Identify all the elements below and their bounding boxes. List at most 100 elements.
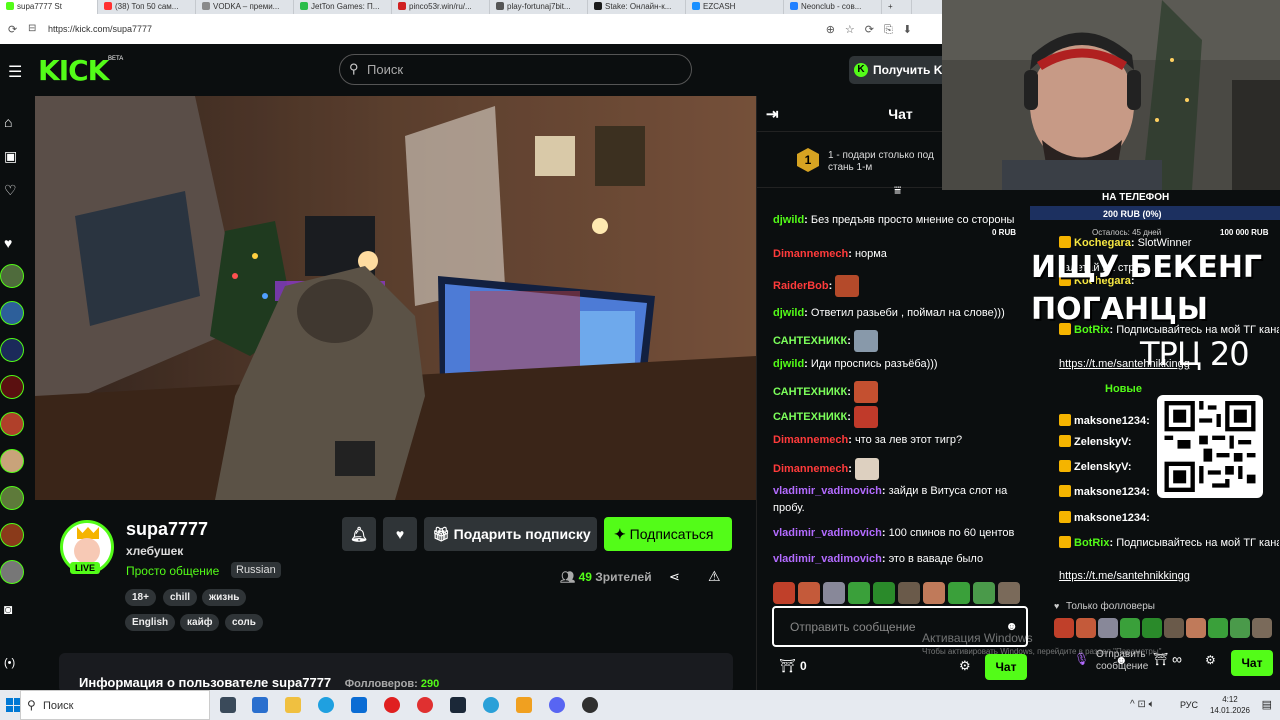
edge-icon[interactable] xyxy=(318,697,334,713)
browser-tab[interactable]: play-fortunaj7bit... xyxy=(490,0,588,14)
channel-name[interactable]: supa7777 xyxy=(126,519,208,540)
followed-channel-avatar[interactable] xyxy=(0,523,24,547)
stream-tag[interactable]: chill xyxy=(163,589,198,606)
mail-icon[interactable] xyxy=(351,697,367,713)
emote-icon[interactable] xyxy=(898,582,920,604)
followed-channel-avatar[interactable] xyxy=(0,560,24,584)
toolbar-icons[interactable]: ⊕☆⟳⎘⬇ xyxy=(826,23,922,37)
stream-category[interactable]: Просто общение xyxy=(126,564,219,578)
task-view-icon[interactable] xyxy=(220,697,236,713)
followed-channel-avatar[interactable] xyxy=(0,264,24,288)
notification-bell-button[interactable]: 🔔︎ xyxy=(342,517,376,551)
chat-username[interactable]: Dimannemech xyxy=(773,434,848,446)
emote-icon[interactable] xyxy=(873,582,895,604)
stream-tag[interactable]: кайф xyxy=(180,614,220,631)
telegram-icon[interactable] xyxy=(483,697,499,713)
menu-icon[interactable]: ☰ xyxy=(8,62,22,82)
get-kicks-button[interactable]: K Получить K xyxy=(849,56,942,84)
followed-channel-avatar[interactable] xyxy=(0,338,24,362)
browser-tab[interactable]: pinco53r.win/ru/... xyxy=(392,0,490,14)
browser-tab[interactable]: JetTon Games: П... xyxy=(294,0,392,14)
chat-username[interactable]: djwild xyxy=(773,358,804,370)
subscribe-button[interactable]: ✦ Подписаться xyxy=(604,517,732,551)
emote-icon[interactable] xyxy=(948,582,970,604)
emote-icon[interactable] xyxy=(798,582,820,604)
obs-icon[interactable] xyxy=(582,697,598,713)
chat-username[interactable]: САНТЕХНИКК xyxy=(773,411,847,423)
chat-username[interactable]: Dimannemech xyxy=(773,463,848,475)
chat-emote-icon xyxy=(853,381,878,403)
chat-username[interactable]: САНТЕХНИКК xyxy=(773,386,847,398)
chat-username[interactable]: djwild xyxy=(773,214,804,226)
stream-tag[interactable]: жизнь xyxy=(202,589,247,606)
emote-icon[interactable] xyxy=(848,582,870,604)
chat-settings-icon[interactable]: ⚙ xyxy=(959,658,971,674)
followed-channel-avatar[interactable] xyxy=(0,301,24,325)
discord-icon[interactable]: ◙ xyxy=(4,601,12,617)
favorites-icon[interactable]: ♥ xyxy=(4,235,12,251)
browser-tab[interactable]: supa7777 St xyxy=(0,0,98,14)
chat-username[interactable]: Dimannemech xyxy=(773,248,848,260)
followed-channel-avatar[interactable] xyxy=(0,486,24,510)
emote-icon[interactable] xyxy=(923,582,945,604)
chat-colon: : xyxy=(848,462,855,475)
stream-tag[interactable]: соль xyxy=(225,614,263,631)
chat-username[interactable]: vladimir_vadimovich xyxy=(773,553,882,565)
report-icon[interactable]: ⚠ xyxy=(708,568,721,585)
yandex-icon[interactable] xyxy=(384,697,400,713)
windows-start-icon[interactable] xyxy=(6,698,20,712)
stream-tag[interactable]: 18+ xyxy=(125,589,156,606)
emote-icon[interactable] xyxy=(998,582,1020,604)
followed-channel-avatar[interactable] xyxy=(0,449,24,473)
collapse-chat-icon[interactable]: ⇥ xyxy=(766,105,779,123)
back-icon[interactable]: ⟳ xyxy=(8,23,17,36)
browser-tab[interactable]: Stake: Онлайн-к... xyxy=(588,0,686,14)
yandex-browser-icon[interactable] xyxy=(417,697,433,713)
chat-username[interactable]: vladimir_vadimovich xyxy=(773,527,882,539)
followed-channel-avatar[interactable] xyxy=(0,412,24,436)
browser-tab[interactable]: Neonclub - сов... xyxy=(784,0,882,14)
chat-username[interactable]: RaiderBob xyxy=(773,280,829,292)
browser-tab[interactable]: (38) Топ 50 сам... xyxy=(98,0,196,14)
kick-logo[interactable]: KICK xyxy=(38,54,109,87)
store-icon[interactable] xyxy=(252,697,268,713)
app-icon[interactable] xyxy=(516,697,532,713)
notifications-icon[interactable]: ▤ xyxy=(1262,698,1272,711)
chat-username[interactable]: САНТЕХНИКК xyxy=(773,335,847,347)
taskbar-search[interactable]: ⚲ Поиск xyxy=(20,690,210,720)
new-tab-button[interactable]: + xyxy=(882,0,912,14)
language-indicator[interactable]: РУС xyxy=(1180,700,1198,710)
tab-favicon-icon xyxy=(790,2,798,10)
stream-tag[interactable]: English xyxy=(125,614,176,631)
chat-username[interactable]: djwild xyxy=(773,307,804,319)
language-badge[interactable]: Russian xyxy=(231,562,281,578)
chat-username[interactable]: vladimir_vadimovich xyxy=(773,485,882,497)
clock[interactable]: 4:12 14.01.2026 xyxy=(1210,694,1250,716)
url-text[interactable]: https://kick.com/supa7777 xyxy=(48,24,152,34)
browser-tab[interactable]: EZCASH xyxy=(686,0,784,14)
share-icon[interactable]: ⋖ xyxy=(669,569,680,585)
pin-icon[interactable]: ⩸ xyxy=(894,183,901,198)
broadcast-icon[interactable]: (•) xyxy=(4,657,15,669)
browse-icon[interactable]: ▣ xyxy=(4,148,17,165)
search-input[interactable]: ⚲ Поиск xyxy=(339,54,692,85)
points-icon[interactable]: ⛩︎ xyxy=(779,658,796,674)
gift-subscription-button[interactable]: 🎁︎ Подарить подписку xyxy=(424,517,597,551)
address-bar[interactable]: ⟳ ⊟ https://kick.com/supa7777 ⊕☆⟳⎘⬇ xyxy=(0,14,942,44)
emote-icon[interactable] xyxy=(973,582,995,604)
emote-icon[interactable] xyxy=(773,582,795,604)
emote-icon[interactable] xyxy=(823,582,845,604)
explorer-icon[interactable] xyxy=(285,697,301,713)
following-icon[interactable]: ♡ xyxy=(4,182,17,199)
followed-channel-avatar[interactable] xyxy=(0,375,24,399)
follow-button[interactable]: ♥ xyxy=(383,517,417,551)
tray-icons[interactable]: ^ ⊡ 🔈︎ xyxy=(1130,699,1155,710)
beta-label: BETA xyxy=(108,56,124,62)
video-player[interactable] xyxy=(35,96,756,500)
home-icon[interactable]: ⌂ xyxy=(4,114,12,130)
tab-favicon-icon xyxy=(300,2,308,10)
browser-tab[interactable]: VODKA – преми... xyxy=(196,0,294,14)
steam-icon[interactable] xyxy=(450,697,466,713)
site-info-icon[interactable]: ⊟ xyxy=(28,23,36,34)
discord-taskbar-icon[interactable] xyxy=(549,697,565,713)
